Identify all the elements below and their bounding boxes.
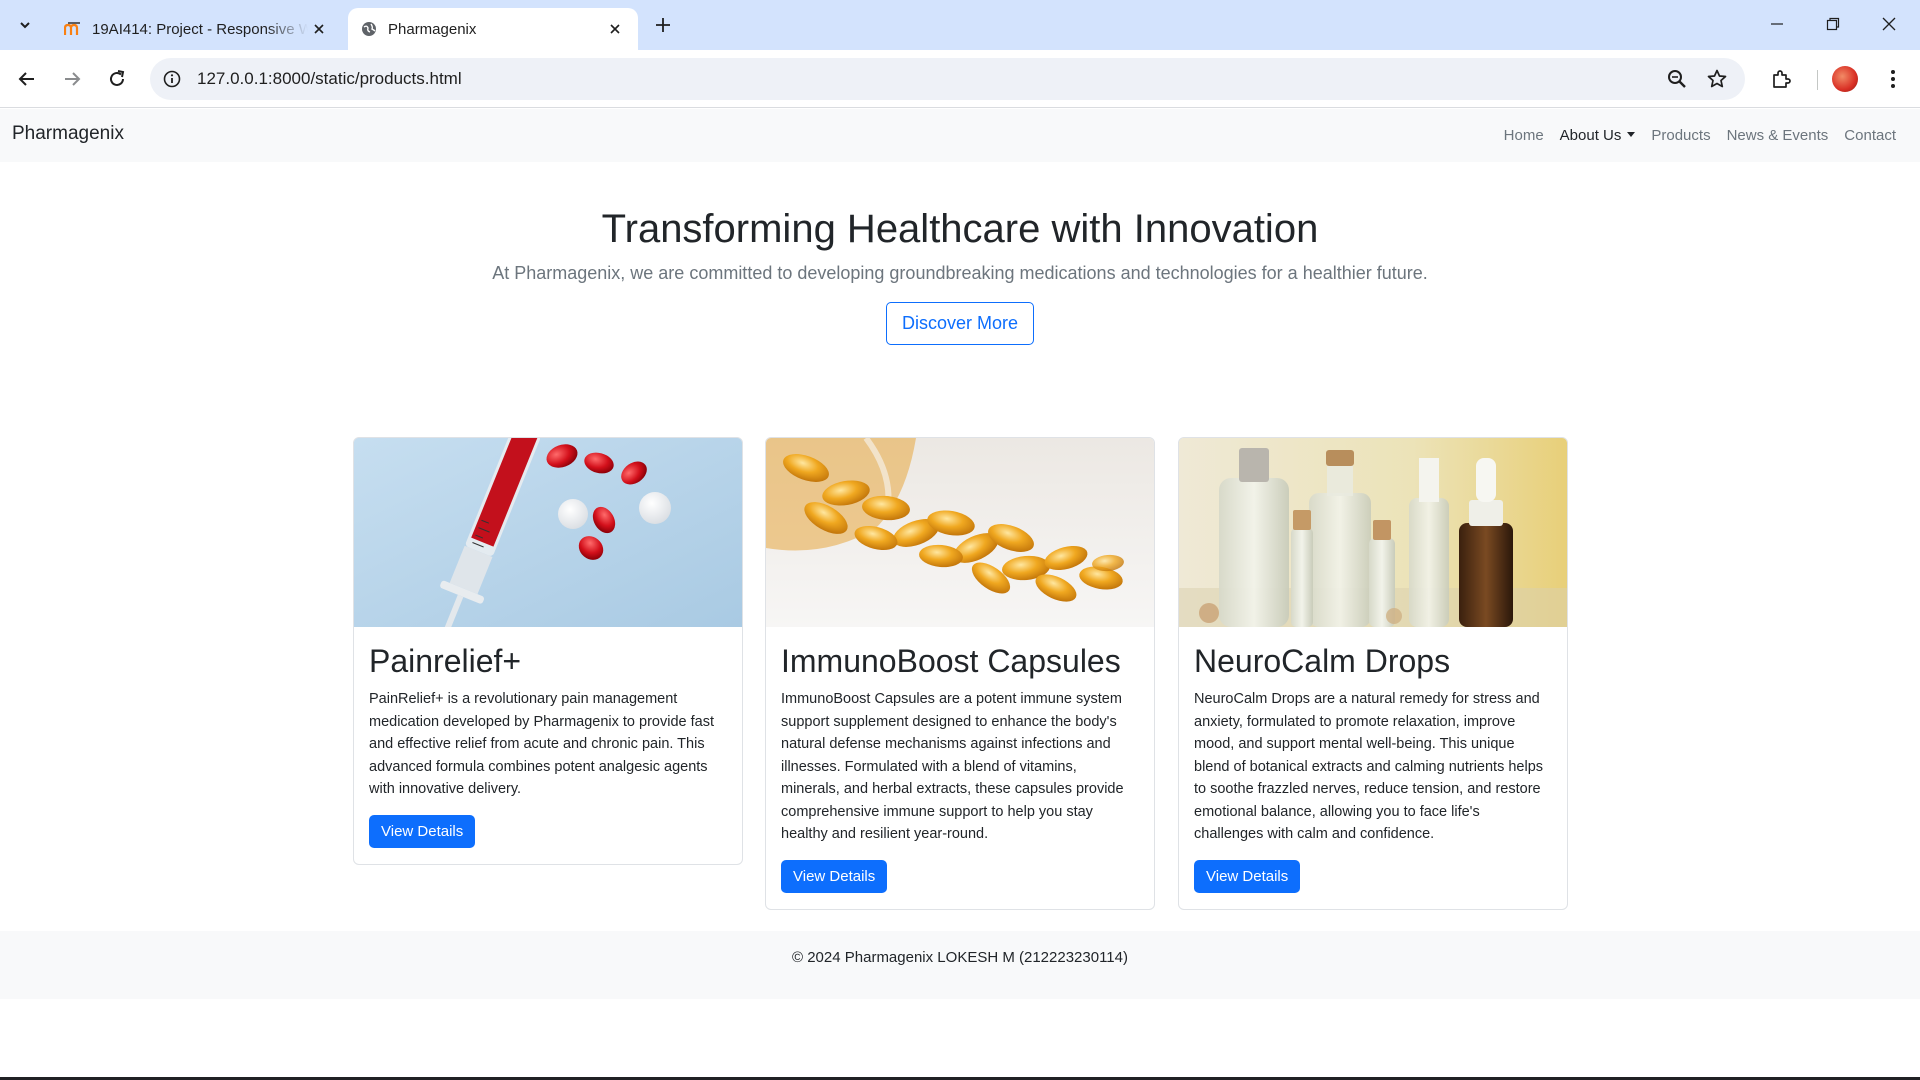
close-icon[interactable]	[604, 18, 626, 40]
nav-contact[interactable]: Contact	[1836, 127, 1904, 144]
glass-bottles-image	[1179, 438, 1567, 627]
zoom-icon[interactable]	[1665, 67, 1689, 91]
nav-about-us-label: About Us	[1559, 127, 1622, 144]
product-title: NeuroCalm Drops	[1194, 643, 1451, 679]
product-description: ImmunoBoost Capsules are a potent immune…	[781, 691, 1124, 843]
footer-copyright: © 2024 Pharmagenix LOKESH M (21222323011…	[792, 949, 1128, 966]
arrow-left-icon	[18, 72, 34, 86]
discover-more-button[interactable]: Discover More	[885, 302, 1035, 345]
card-body: Painrelief+ PainRelief+ is a revolutiona…	[354, 627, 742, 864]
card-body: ImmunoBoost Capsules ImmunoBoost Capsule…	[766, 627, 1154, 909]
view-details-button[interactable]: View Details	[1194, 859, 1301, 893]
product-description: NeuroCalm Drops are a natural remedy for…	[1194, 691, 1544, 843]
reload-button[interactable]	[100, 62, 134, 96]
minimize-button[interactable]	[1754, 6, 1800, 42]
tab-project[interactable]: 19AI414: Project - Responsive Web	[52, 8, 342, 50]
nav-links: Home About Us Products News & Events Con…	[1496, 127, 1904, 144]
tab-title: Pharmagenix	[388, 20, 477, 38]
nav-news-events[interactable]: News & Events	[1719, 127, 1837, 144]
tab-search-button[interactable]	[10, 10, 40, 40]
product-title: Painrelief+	[369, 643, 522, 679]
product-card-painrelief: Painrelief+ PainRelief+ is a revolutiona…	[353, 437, 743, 865]
browser-toolbar: 127.0.0.1:8000/static/products.html	[0, 50, 1920, 108]
syringe-and-pills-image	[354, 438, 742, 627]
gel-capsules-image	[766, 438, 1154, 627]
tab-pharmagenix[interactable]: Pharmagenix	[348, 8, 638, 50]
profile-avatar[interactable]	[1832, 66, 1858, 92]
product-description: PainRelief+ is a revolutionary pain mana…	[369, 691, 714, 798]
globe-icon	[360, 20, 378, 38]
new-tab-button[interactable]	[650, 12, 676, 38]
moodle-favicon-icon	[64, 20, 82, 38]
minimize-icon	[1771, 23, 1783, 25]
reload-icon	[110, 70, 125, 86]
nav-about-us[interactable]: About Us	[1552, 127, 1644, 144]
toolbar-divider	[1817, 70, 1818, 90]
close-window-button[interactable]	[1866, 6, 1912, 42]
plus-icon	[656, 18, 670, 32]
puzzle-icon	[1773, 70, 1791, 88]
extensions-button[interactable]	[1766, 64, 1796, 94]
arrow-right-icon	[65, 72, 81, 86]
url-text: 127.0.0.1:8000/static/products.html	[197, 69, 462, 88]
hero-title: Transforming Healthcare with Innovation	[601, 207, 1319, 251]
forward-button[interactable]	[55, 62, 89, 96]
restore-icon	[1826, 17, 1840, 31]
product-card-immunoboost: ImmunoBoost Capsules ImmunoBoost Capsule…	[765, 437, 1155, 910]
browser-tab-strip: 19AI414: Project - Responsive Web Pharma…	[0, 0, 1920, 50]
restore-button[interactable]	[1810, 6, 1856, 42]
site-footer: © 2024 Pharmagenix LOKESH M (21222323011…	[0, 931, 1920, 999]
hero-section: Transforming Healthcare with Innovation …	[0, 205, 1920, 345]
menu-button[interactable]	[1878, 64, 1908, 94]
product-card-neurocalm: NeuroCalm Drops NeuroCalm Drops are a na…	[1178, 437, 1568, 910]
site-navbar: Pharmagenix Home About Us Products News …	[0, 109, 1920, 162]
back-button[interactable]	[10, 62, 44, 96]
product-title: ImmunoBoost Capsules	[781, 643, 1121, 679]
site-info-icon[interactable]	[160, 67, 184, 91]
tab-title: 19AI414: Project - Responsive Web	[92, 20, 308, 38]
view-details-button[interactable]: View Details	[781, 859, 888, 893]
close-icon	[1882, 17, 1896, 31]
nav-home[interactable]: Home	[1496, 127, 1552, 144]
brand-logo-text[interactable]: Pharmagenix	[12, 123, 124, 145]
nav-products[interactable]: Products	[1643, 127, 1718, 144]
address-bar[interactable]: 127.0.0.1:8000/static/products.html	[150, 58, 1745, 100]
hero-subtitle: At Pharmagenix, we are committed to deve…	[492, 263, 1428, 283]
bookmark-star-icon[interactable]	[1705, 67, 1729, 91]
view-details-button[interactable]: View Details	[369, 814, 476, 848]
chevron-down-icon	[20, 22, 30, 29]
card-body: NeuroCalm Drops NeuroCalm Drops are a na…	[1179, 627, 1567, 909]
caret-down-icon	[1627, 132, 1636, 137]
more-vertical-icon	[1891, 70, 1895, 88]
close-icon[interactable]	[308, 18, 330, 40]
